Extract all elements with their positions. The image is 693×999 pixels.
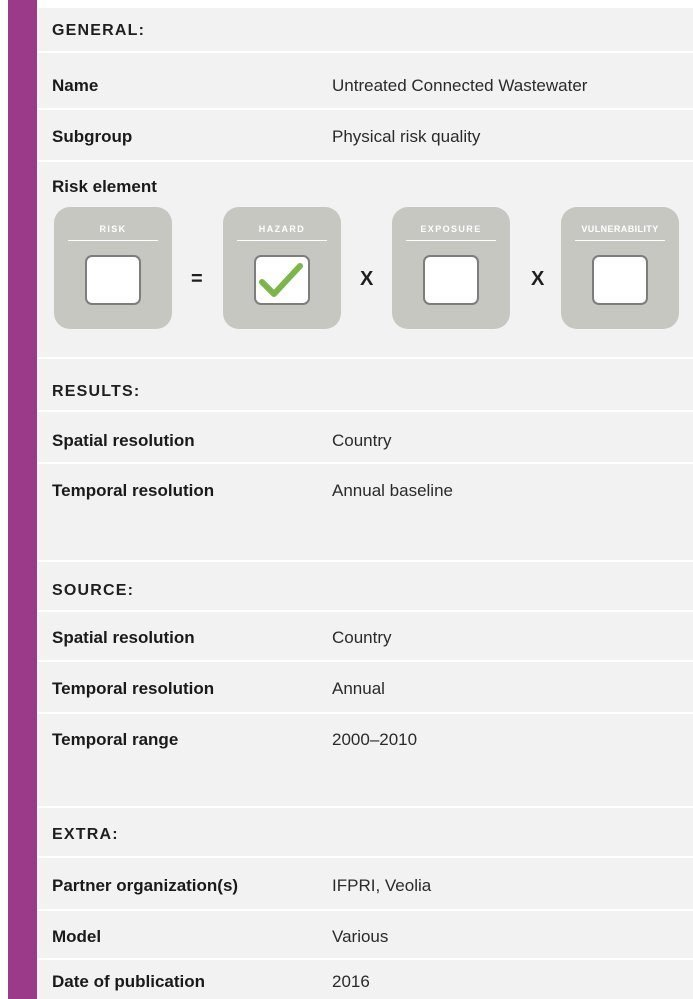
divider bbox=[37, 51, 693, 53]
risk-card-risk: RISK bbox=[54, 207, 172, 329]
row-label-name: Name bbox=[52, 76, 99, 95]
divider bbox=[37, 108, 693, 110]
risk-element-label: Risk element bbox=[52, 177, 157, 196]
risk-card-exposure: EXPOSURE bbox=[392, 207, 510, 329]
divider bbox=[37, 462, 693, 464]
divider bbox=[37, 712, 693, 714]
divider bbox=[37, 856, 693, 858]
vulnerability-checkbox bbox=[592, 255, 648, 305]
row-value-temporal-range: 2000–2010 bbox=[332, 730, 418, 749]
row-value-temporal-resolution: Annual baseline bbox=[332, 481, 453, 500]
risk-card-rule bbox=[406, 240, 496, 241]
risk-card-caption: VULNERABILITY bbox=[581, 224, 659, 234]
divider bbox=[37, 410, 693, 412]
risk-card-caption: RISK bbox=[99, 224, 127, 234]
checkmark-icon bbox=[259, 263, 303, 297]
equals-operator: = bbox=[191, 268, 203, 290]
row-label-spatial-resolution: Spatial resolution bbox=[52, 628, 195, 647]
row-label-subgroup: Subgroup bbox=[52, 127, 133, 146]
row-value-name: Untreated Connected Wastewater bbox=[332, 76, 588, 95]
row-value-subgroup: Physical risk quality bbox=[332, 127, 481, 146]
risk-card-hazard: HAZARD bbox=[223, 207, 341, 329]
section-title-extra: EXTRA: bbox=[52, 826, 119, 843]
info-panel bbox=[37, 8, 693, 999]
divider bbox=[37, 357, 693, 359]
row-value-spatial-resolution: Country bbox=[332, 628, 392, 647]
risk-card-rule bbox=[68, 240, 158, 241]
exposure-checkbox bbox=[423, 255, 479, 305]
risk-card-rule bbox=[237, 240, 327, 241]
hazard-checkbox bbox=[254, 255, 310, 305]
risk-card-rule bbox=[575, 240, 665, 241]
section-title-results: RESULTS: bbox=[52, 383, 141, 400]
row-label-temporal-resolution: Temporal resolution bbox=[52, 679, 215, 698]
divider bbox=[37, 958, 693, 960]
risk-card-caption: EXPOSURE bbox=[420, 224, 482, 234]
row-value-spatial-resolution: Country bbox=[332, 431, 392, 450]
row-value-temporal-resolution: Annual bbox=[332, 679, 385, 698]
row-value-partner-organizations: IFPRI, Veolia bbox=[332, 876, 432, 895]
divider bbox=[37, 160, 693, 162]
row-label-temporal-resolution: Temporal resolution bbox=[52, 481, 215, 500]
risk-card-caption: HAZARD bbox=[258, 224, 306, 234]
row-value-date-of-publication: 2016 bbox=[332, 972, 370, 991]
row-label-spatial-resolution: Spatial resolution bbox=[52, 431, 195, 450]
row-label-date-of-publication: Date of publication bbox=[52, 972, 205, 991]
multiply-operator: X bbox=[360, 268, 374, 290]
row-value-model: Various bbox=[332, 927, 389, 946]
section-title-source: SOURCE: bbox=[52, 582, 135, 599]
multiply-operator: X bbox=[531, 268, 545, 290]
section-title-general: GENERAL: bbox=[52, 22, 146, 39]
divider bbox=[37, 909, 693, 911]
sidebar-accent-bar bbox=[8, 0, 37, 999]
row-label-model: Model bbox=[52, 927, 102, 946]
divider bbox=[37, 560, 693, 562]
divider bbox=[37, 806, 693, 808]
divider bbox=[37, 610, 693, 612]
row-label-temporal-range: Temporal range bbox=[52, 730, 179, 749]
risk-card-vulnerability: VULNERABILITY bbox=[561, 207, 679, 329]
row-label-partner-organizations: Partner organization(s) bbox=[52, 876, 239, 895]
risk-checkbox bbox=[85, 255, 141, 305]
divider bbox=[37, 660, 693, 662]
